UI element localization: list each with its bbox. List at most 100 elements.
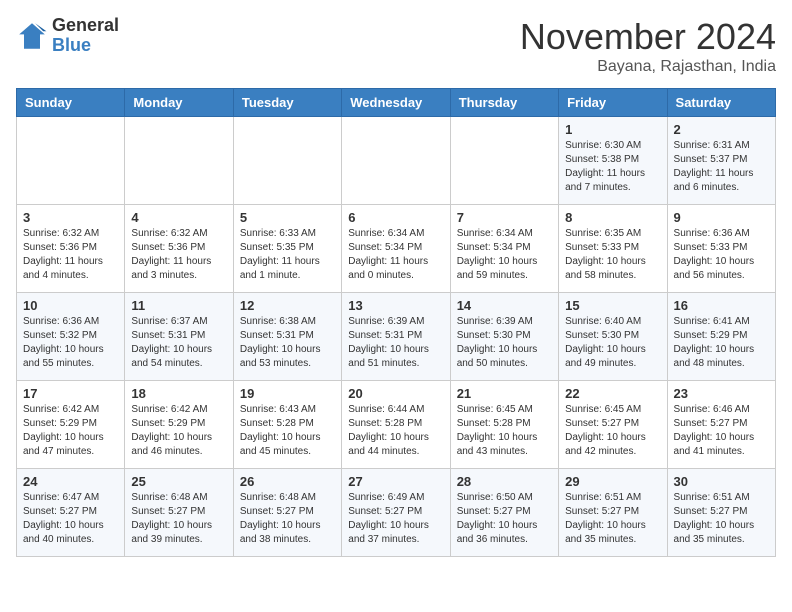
day-number: 11 [131, 298, 226, 313]
day-info: Sunrise: 6:51 AM Sunset: 5:27 PM Dayligh… [565, 491, 660, 547]
day-info: Sunrise: 6:37 AM Sunset: 5:31 PM Dayligh… [131, 315, 226, 371]
day-info: Sunrise: 6:35 AM Sunset: 5:33 PM Dayligh… [565, 227, 660, 283]
day-number: 27 [348, 474, 443, 489]
day-info: Sunrise: 6:46 AM Sunset: 5:27 PM Dayligh… [674, 403, 769, 459]
calendar-table: SundayMondayTuesdayWednesdayThursdayFrid… [16, 88, 776, 557]
title-block: November 2024 Bayana, Rajasthan, India [520, 16, 776, 76]
day-number: 28 [457, 474, 552, 489]
calendar-week-row: 10 Sunrise: 6:36 AM Sunset: 5:32 PM Dayli… [17, 293, 776, 381]
day-info: Sunrise: 6:30 AM Sunset: 5:38 PM Dayligh… [565, 139, 660, 195]
calendar-cell: 5 Sunrise: 6:33 AM Sunset: 5:35 PM Daylig… [233, 205, 341, 293]
calendar-header: SundayMondayTuesdayWednesdayThursdayFrid… [17, 89, 776, 117]
day-number: 29 [565, 474, 660, 489]
day-info: Sunrise: 6:50 AM Sunset: 5:27 PM Dayligh… [457, 491, 552, 547]
day-info: Sunrise: 6:34 AM Sunset: 5:34 PM Dayligh… [457, 227, 552, 283]
calendar-cell: 7 Sunrise: 6:34 AM Sunset: 5:34 PM Daylig… [450, 205, 558, 293]
day-info: Sunrise: 6:42 AM Sunset: 5:29 PM Dayligh… [131, 403, 226, 459]
weekday-header: Wednesday [342, 89, 450, 117]
day-info: Sunrise: 6:48 AM Sunset: 5:27 PM Dayligh… [240, 491, 335, 547]
logo-text: General Blue [52, 16, 119, 56]
calendar-cell [342, 117, 450, 205]
calendar-cell: 26 Sunrise: 6:48 AM Sunset: 5:27 PM Dayli… [233, 469, 341, 557]
day-number: 26 [240, 474, 335, 489]
day-info: Sunrise: 6:49 AM Sunset: 5:27 PM Dayligh… [348, 491, 443, 547]
calendar-body: 1Sunrise: 6:30 AM Sunset: 5:38 PM Daylig… [17, 117, 776, 557]
day-info: Sunrise: 6:33 AM Sunset: 5:35 PM Dayligh… [240, 227, 335, 283]
calendar-cell: 6 Sunrise: 6:34 AM Sunset: 5:34 PM Daylig… [342, 205, 450, 293]
calendar-cell: 27 Sunrise: 6:49 AM Sunset: 5:27 PM Dayli… [342, 469, 450, 557]
location: Bayana, Rajasthan, India [520, 58, 776, 76]
day-number: 30 [674, 474, 769, 489]
calendar-cell: 15 Sunrise: 6:40 AM Sunset: 5:30 PM Dayli… [559, 293, 667, 381]
page-header: General Blue November 2024 Bayana, Rajas… [16, 16, 776, 76]
calendar-cell: 18Sunrise: 6:42 AM Sunset: 5:29 PM Dayli… [125, 381, 233, 469]
weekday-header: Sunday [17, 89, 125, 117]
day-number: 23 [674, 386, 769, 401]
day-info: Sunrise: 6:39 AM Sunset: 5:31 PM Dayligh… [348, 315, 443, 371]
day-number: 10 [23, 298, 118, 313]
calendar-cell: 10 Sunrise: 6:36 AM Sunset: 5:32 PM Dayli… [17, 293, 125, 381]
calendar-cell: 28 Sunrise: 6:50 AM Sunset: 5:27 PM Dayli… [450, 469, 558, 557]
day-info: Sunrise: 6:48 AM Sunset: 5:27 PM Dayligh… [131, 491, 226, 547]
day-number: 22 [565, 386, 660, 401]
month-title: November 2024 [520, 16, 776, 58]
day-info: Sunrise: 6:47 AM Sunset: 5:27 PM Dayligh… [23, 491, 118, 547]
calendar-cell: 1Sunrise: 6:30 AM Sunset: 5:38 PM Daylig… [559, 117, 667, 205]
day-number: 7 [457, 210, 552, 225]
day-info: Sunrise: 6:32 AM Sunset: 5:36 PM Dayligh… [131, 227, 226, 283]
day-number: 24 [23, 474, 118, 489]
day-number: 25 [131, 474, 226, 489]
weekday-header: Thursday [450, 89, 558, 117]
logo-icon [16, 20, 48, 52]
calendar-cell: 14Sunrise: 6:39 AM Sunset: 5:30 PM Dayli… [450, 293, 558, 381]
calendar-cell [450, 117, 558, 205]
calendar-cell: 8 Sunrise: 6:35 AM Sunset: 5:33 PM Daylig… [559, 205, 667, 293]
weekday-header: Monday [125, 89, 233, 117]
day-info: Sunrise: 6:51 AM Sunset: 5:27 PM Dayligh… [674, 491, 769, 547]
day-info: Sunrise: 6:40 AM Sunset: 5:30 PM Dayligh… [565, 315, 660, 371]
day-info: Sunrise: 6:43 AM Sunset: 5:28 PM Dayligh… [240, 403, 335, 459]
calendar-cell: 2Sunrise: 6:31 AM Sunset: 5:37 PM Daylig… [667, 117, 775, 205]
day-info: Sunrise: 6:36 AM Sunset: 5:32 PM Dayligh… [23, 315, 118, 371]
logo: General Blue [16, 16, 119, 56]
calendar-cell: 11 Sunrise: 6:37 AM Sunset: 5:31 PM Dayli… [125, 293, 233, 381]
day-number: 14 [457, 298, 552, 313]
calendar-cell: 24 Sunrise: 6:47 AM Sunset: 5:27 PM Dayli… [17, 469, 125, 557]
calendar-cell: 16 Sunrise: 6:41 AM Sunset: 5:29 PM Dayli… [667, 293, 775, 381]
calendar-week-row: 3Sunrise: 6:32 AM Sunset: 5:36 PM Daylig… [17, 205, 776, 293]
calendar-cell: 4 Sunrise: 6:32 AM Sunset: 5:36 PM Daylig… [125, 205, 233, 293]
calendar-cell: 13Sunrise: 6:39 AM Sunset: 5:31 PM Dayli… [342, 293, 450, 381]
day-number: 5 [240, 210, 335, 225]
calendar-cell: 20 Sunrise: 6:44 AM Sunset: 5:28 PM Dayli… [342, 381, 450, 469]
day-number: 6 [348, 210, 443, 225]
calendar-cell: 9 Sunrise: 6:36 AM Sunset: 5:33 PM Daylig… [667, 205, 775, 293]
day-number: 19 [240, 386, 335, 401]
day-info: Sunrise: 6:32 AM Sunset: 5:36 PM Dayligh… [23, 227, 118, 283]
day-number: 4 [131, 210, 226, 225]
day-number: 17 [23, 386, 118, 401]
calendar-week-row: 24 Sunrise: 6:47 AM Sunset: 5:27 PM Dayli… [17, 469, 776, 557]
calendar-cell: 19 Sunrise: 6:43 AM Sunset: 5:28 PM Dayli… [233, 381, 341, 469]
calendar-cell: 12Sunrise: 6:38 AM Sunset: 5:31 PM Dayli… [233, 293, 341, 381]
day-number: 16 [674, 298, 769, 313]
calendar-cell: 30 Sunrise: 6:51 AM Sunset: 5:27 PM Dayli… [667, 469, 775, 557]
day-number: 8 [565, 210, 660, 225]
day-info: Sunrise: 6:44 AM Sunset: 5:28 PM Dayligh… [348, 403, 443, 459]
calendar-cell: 3Sunrise: 6:32 AM Sunset: 5:36 PM Daylig… [17, 205, 125, 293]
day-info: Sunrise: 6:36 AM Sunset: 5:33 PM Dayligh… [674, 227, 769, 283]
day-info: Sunrise: 6:34 AM Sunset: 5:34 PM Dayligh… [348, 227, 443, 283]
day-number: 15 [565, 298, 660, 313]
calendar-cell [125, 117, 233, 205]
calendar-cell: 22 Sunrise: 6:45 AM Sunset: 5:27 PM Dayli… [559, 381, 667, 469]
day-number: 21 [457, 386, 552, 401]
calendar-cell: 21Sunrise: 6:45 AM Sunset: 5:28 PM Dayli… [450, 381, 558, 469]
day-number: 2 [674, 122, 769, 137]
day-number: 20 [348, 386, 443, 401]
day-info: Sunrise: 6:41 AM Sunset: 5:29 PM Dayligh… [674, 315, 769, 371]
day-number: 9 [674, 210, 769, 225]
day-info: Sunrise: 6:45 AM Sunset: 5:27 PM Dayligh… [565, 403, 660, 459]
day-info: Sunrise: 6:42 AM Sunset: 5:29 PM Dayligh… [23, 403, 118, 459]
calendar-cell [17, 117, 125, 205]
calendar-cell: 17 Sunrise: 6:42 AM Sunset: 5:29 PM Dayli… [17, 381, 125, 469]
calendar-cell: 23 Sunrise: 6:46 AM Sunset: 5:27 PM Dayli… [667, 381, 775, 469]
